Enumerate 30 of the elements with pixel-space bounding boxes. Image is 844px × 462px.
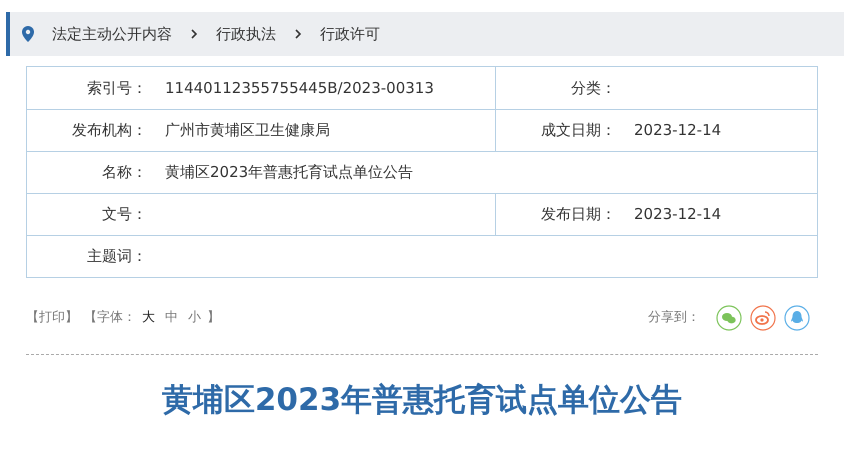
chat-bubbles-icon[interactable]: [716, 305, 742, 331]
penguin-icon[interactable]: [784, 305, 810, 331]
article-title: 黄埔区2023年普惠托育试点单位公告: [162, 385, 682, 416]
share-label: 分享到：: [648, 309, 700, 328]
field-value: 广州市黄埔区卫生健康局: [164, 120, 330, 142]
breadcrumb-link[interactable]: 行政执法: [216, 22, 276, 46]
field-value: 11440112355755445B/2023-00313: [164, 78, 434, 99]
chevron-right-icon: [190, 28, 198, 40]
breadcrumb-link[interactable]: 法定主动公开内容: [52, 22, 172, 46]
print-link[interactable]: 【打印】: [26, 308, 78, 328]
font-size-label: 【字体：: [84, 309, 136, 328]
eye-swirl-icon[interactable]: [750, 305, 776, 331]
field-label: 发布日期：: [540, 204, 616, 226]
font-size-option[interactable]: 中: [165, 308, 178, 328]
field-label: 文号：: [101, 204, 147, 226]
field-label: 索引号：: [86, 78, 147, 99]
font-size-option[interactable]: 大: [142, 308, 155, 328]
font-size-option[interactable]: 小: [188, 308, 201, 328]
field-label: 发布机构：: [71, 120, 147, 142]
breadcrumb-link[interactable]: 行政许可: [320, 22, 380, 46]
field-value: 2023-12-14: [633, 204, 722, 226]
location-pin-icon: [22, 26, 34, 42]
field-value: 2023-12-14: [633, 120, 722, 142]
field-label: 分类：: [570, 78, 616, 99]
field-label: 主题词：: [86, 246, 147, 268]
bracket-text: 】: [207, 309, 220, 328]
field-label: 名称：: [101, 162, 147, 184]
field-label: 成文日期：: [540, 120, 616, 142]
field-value: 黄埔区2023年普惠托育试点单位公告: [164, 162, 414, 184]
chevron-right-icon: [294, 28, 302, 40]
